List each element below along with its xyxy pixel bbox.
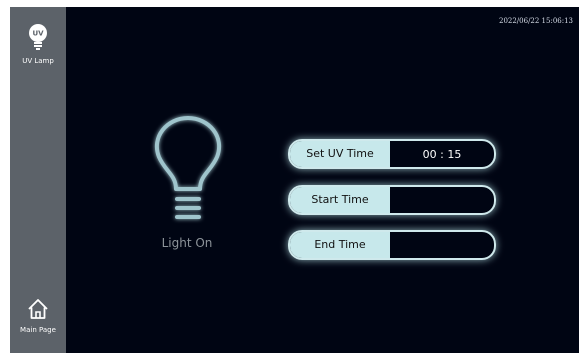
set-uv-time-button[interactable]: Set UV Time	[290, 141, 390, 167]
light-status-label: Light On	[161, 236, 213, 250]
datetime-display: 2022/06/22 15:06:13	[498, 17, 573, 25]
app-screen: UV UV Lamp Main Page 2022/06/22 15:06:13	[10, 7, 579, 353]
sidebar-item-main-page[interactable]: Main Page	[10, 297, 66, 334]
uv-time-row: Set UV Time 00 : 15	[288, 139, 496, 169]
sidebar-item-label: Main Page	[20, 326, 56, 334]
lightbulb-icon	[155, 116, 221, 219]
end-time-field[interactable]	[390, 232, 494, 258]
start-time-row: Start Time	[288, 185, 496, 215]
sidebar-item-uv-lamp[interactable]: UV UV Lamp	[10, 22, 66, 65]
end-time-button[interactable]: End Time	[290, 232, 390, 258]
end-time-row: End Time	[288, 230, 496, 260]
sidebar-item-label: UV Lamp	[22, 57, 54, 65]
svg-text:UV: UV	[32, 30, 44, 38]
start-time-field[interactable]	[390, 187, 494, 213]
home-icon	[28, 299, 48, 319]
start-time-button[interactable]: Start Time	[290, 187, 390, 213]
uv-lamp-icon: UV	[29, 24, 47, 50]
uv-time-input[interactable]: 00 : 15	[390, 141, 494, 167]
sidebar: UV UV Lamp Main Page	[10, 7, 66, 353]
